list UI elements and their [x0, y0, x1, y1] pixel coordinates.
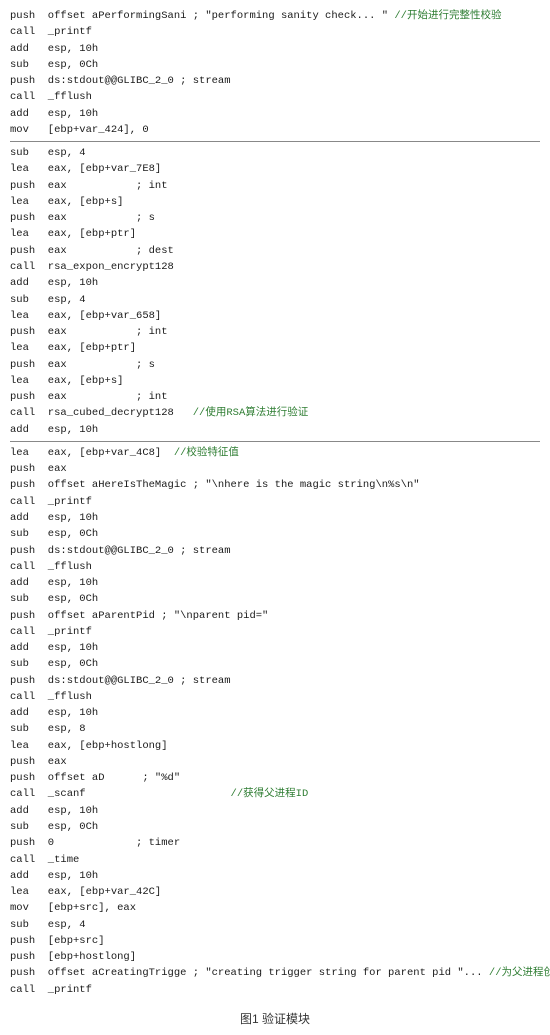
- code-line: lea eax, [ebp+var_7E8]: [10, 161, 540, 177]
- code-line: sub esp, 4: [10, 145, 540, 161]
- code-line: add esp, 10h: [10, 275, 540, 291]
- code-line: push eax: [10, 461, 540, 477]
- code-line: lea eax, [ebp+var_4C8] //校验特征值: [10, 445, 540, 461]
- code-line: add esp, 10h: [10, 41, 540, 57]
- code-line: sub esp, 4: [10, 292, 540, 308]
- code-line: lea eax, [ebp+hostlong]: [10, 738, 540, 754]
- code-line: sub esp, 0Ch: [10, 656, 540, 672]
- code-line: sub esp, 4: [10, 917, 540, 933]
- code-comment: //校验特征值: [174, 447, 239, 459]
- code-comment: //为父进程创建触发器: [489, 967, 550, 979]
- code-line: call _fflush: [10, 689, 540, 705]
- code-line: add esp, 10h: [10, 803, 540, 819]
- code-line: push eax ; int: [10, 389, 540, 405]
- code-line: call _printf: [10, 624, 540, 640]
- code-line: mov [ebp+src], eax: [10, 900, 540, 916]
- code-line: push eax ; dest: [10, 243, 540, 259]
- code-line: push eax: [10, 754, 540, 770]
- figure-caption: 图1 验证模块: [10, 1010, 540, 1027]
- code-line: lea eax, [ebp+var_658]: [10, 308, 540, 324]
- code-line: push eax ; s: [10, 357, 540, 373]
- code-line: sub esp, 0Ch: [10, 57, 540, 73]
- code-line: lea eax, [ebp+ptr]: [10, 340, 540, 356]
- code-line: call _time: [10, 852, 540, 868]
- code-line: call _printf: [10, 24, 540, 40]
- code-line: push offset aD ; "%d": [10, 770, 540, 786]
- code-line: sub esp, 0Ch: [10, 591, 540, 607]
- code-line: push offset aPerformingSani ; "performin…: [10, 8, 540, 24]
- code-line: push offset aHereIsTheMagic ; "\nhere is…: [10, 477, 540, 493]
- code-line: lea eax, [ebp+var_42C]: [10, 884, 540, 900]
- code-line: call _fflush: [10, 559, 540, 575]
- code-comment: //开始进行完整性校验: [394, 10, 501, 22]
- code-line: push [ebp+src]: [10, 933, 540, 949]
- code-line: push offset aCreatingTrigge ; "creating …: [10, 965, 540, 981]
- code-line: call _fflush: [10, 89, 540, 105]
- code-comment: //获得父进程ID: [231, 788, 309, 800]
- code-line: push eax ; int: [10, 178, 540, 194]
- code-line: add esp, 10h: [10, 106, 540, 122]
- code-line: mov [ebp+var_424], 0: [10, 122, 540, 138]
- code-line: add esp, 10h: [10, 705, 540, 721]
- code-line: sub esp, 8: [10, 721, 540, 737]
- code-line: sub esp, 0Ch: [10, 819, 540, 835]
- code-line: call rsa_expon_encrypt128: [10, 259, 540, 275]
- code-line: push [ebp+hostlong]: [10, 949, 540, 965]
- section-separator: [10, 441, 540, 442]
- code-line: sub esp, 0Ch: [10, 526, 540, 542]
- code-line: lea eax, [ebp+s]: [10, 194, 540, 210]
- code-line: lea eax, [ebp+s]: [10, 373, 540, 389]
- code-container: push offset aPerformingSani ; "performin…: [10, 8, 540, 998]
- code-line: add esp, 10h: [10, 422, 540, 438]
- code-line: call _printf: [10, 982, 540, 998]
- code-line: push offset aParentPid ; "\nparent pid=": [10, 608, 540, 624]
- code-line: add esp, 10h: [10, 575, 540, 591]
- code-line: call _printf: [10, 494, 540, 510]
- code-line: lea eax, [ebp+ptr]: [10, 226, 540, 242]
- code-line: call _scanf //获得父进程ID: [10, 786, 540, 802]
- code-line: call rsa_cubed_decrypt128 //使用RSA算法进行验证: [10, 405, 540, 421]
- code-line: push ds:stdout@@GLIBC_2_0 ; stream: [10, 73, 540, 89]
- code-line: add esp, 10h: [10, 868, 540, 884]
- code-line: push ds:stdout@@GLIBC_2_0 ; stream: [10, 673, 540, 689]
- code-line: push 0 ; timer: [10, 835, 540, 851]
- code-line: push eax ; s: [10, 210, 540, 226]
- code-comment: //使用RSA算法进行验证: [193, 407, 309, 419]
- code-line: add esp, 10h: [10, 640, 540, 656]
- code-line: push eax ; int: [10, 324, 540, 340]
- code-line: add esp, 10h: [10, 510, 540, 526]
- code-line: push ds:stdout@@GLIBC_2_0 ; stream: [10, 543, 540, 559]
- section-separator: [10, 141, 540, 142]
